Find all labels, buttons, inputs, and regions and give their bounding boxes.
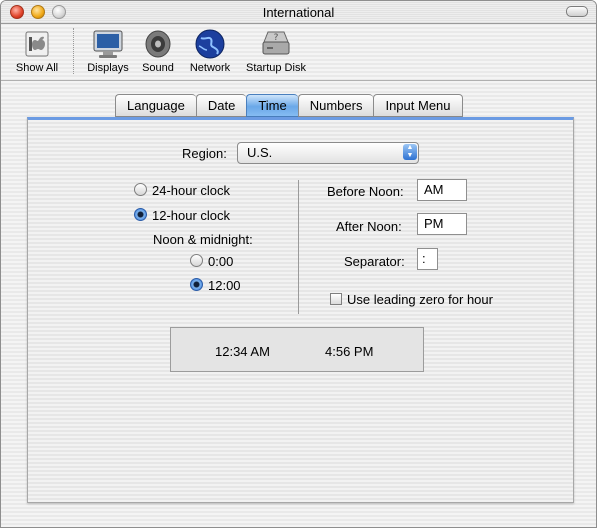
radio-12-hour-label[interactable]: 12-hour clock [152, 208, 230, 223]
toolbar-startup-disk[interactable]: ? Startup Disk [241, 28, 311, 74]
toolbar: Show All Displays Sound Network ? Startu… [1, 24, 596, 80]
preferences-window: International Show All Displays Sound Ne… [0, 0, 597, 528]
toolbar-separator [73, 28, 74, 74]
popup-arrows-icon: ▲ ▼ [403, 144, 417, 160]
toolbar-network[interactable]: Network [183, 28, 237, 74]
separator-field[interactable]: : [417, 248, 438, 270]
leading-zero-checkbox[interactable] [330, 293, 342, 305]
toolbar-show-all[interactable]: Show All [9, 28, 65, 74]
preview-time-am: 12:34 AM [215, 344, 270, 359]
before-noon-label: Before Noon: [327, 184, 404, 199]
tab-time[interactable]: Time [246, 94, 298, 117]
tab-numbers[interactable]: Numbers [297, 94, 374, 117]
hard-disk-icon: ? [259, 28, 293, 60]
tab-date[interactable]: Date [195, 94, 247, 117]
separator-label: Separator: [344, 254, 405, 269]
radio-24-hour-label[interactable]: 24-hour clock [152, 183, 230, 198]
monitor-icon [91, 28, 125, 60]
title-bar[interactable]: International [1, 1, 596, 24]
toolbar-label: Sound [142, 62, 174, 74]
globe-icon [193, 28, 227, 60]
radio-noon-0-label[interactable]: 0:00 [208, 254, 233, 269]
toolbar-toggle-button[interactable] [566, 6, 588, 17]
noon-midnight-label: Noon & midnight: [153, 232, 253, 247]
tab-bar: Language Date Time Numbers Input Menu [115, 94, 463, 117]
time-preview-box: 12:34 AM 4:56 PM [170, 327, 424, 372]
svg-text:?: ? [274, 33, 279, 43]
after-noon-label: After Noon: [336, 219, 402, 234]
region-label: Region: [182, 146, 227, 161]
region-select[interactable]: U.S. ▲ ▼ [237, 142, 419, 164]
time-panel: Region: U.S. ▲ ▼ 24-hour clock 12-hour cl… [27, 117, 574, 503]
toolbar-label: Show All [15, 62, 59, 74]
preview-time-pm: 4:56 PM [325, 344, 374, 359]
radio-24-hour[interactable] [134, 183, 147, 196]
toolbar-label: Startup Disk [246, 62, 306, 74]
toolbar-label: Displays [87, 62, 129, 74]
radio-noon-12[interactable] [190, 278, 203, 291]
apple-switch-icon [20, 28, 54, 60]
toolbar-divider [1, 80, 596, 81]
toolbar-displays[interactable]: Displays [83, 28, 133, 74]
tab-language[interactable]: Language [115, 94, 196, 117]
radio-12-hour[interactable] [134, 208, 147, 221]
tab-input-menu[interactable]: Input Menu [373, 94, 463, 117]
before-noon-field[interactable]: AM [417, 179, 467, 201]
speaker-icon [141, 28, 175, 60]
leading-zero-label[interactable]: Use leading zero for hour [347, 292, 493, 307]
radio-noon-12-label[interactable]: 12:00 [208, 278, 241, 293]
region-value: U.S. [247, 145, 273, 160]
toolbar-sound[interactable]: Sound [137, 28, 179, 74]
column-divider [298, 180, 299, 314]
after-noon-field[interactable]: PM [417, 213, 467, 235]
radio-noon-0[interactable] [190, 254, 203, 267]
toolbar-label: Network [189, 62, 231, 74]
window-title: International [262, 5, 335, 20]
